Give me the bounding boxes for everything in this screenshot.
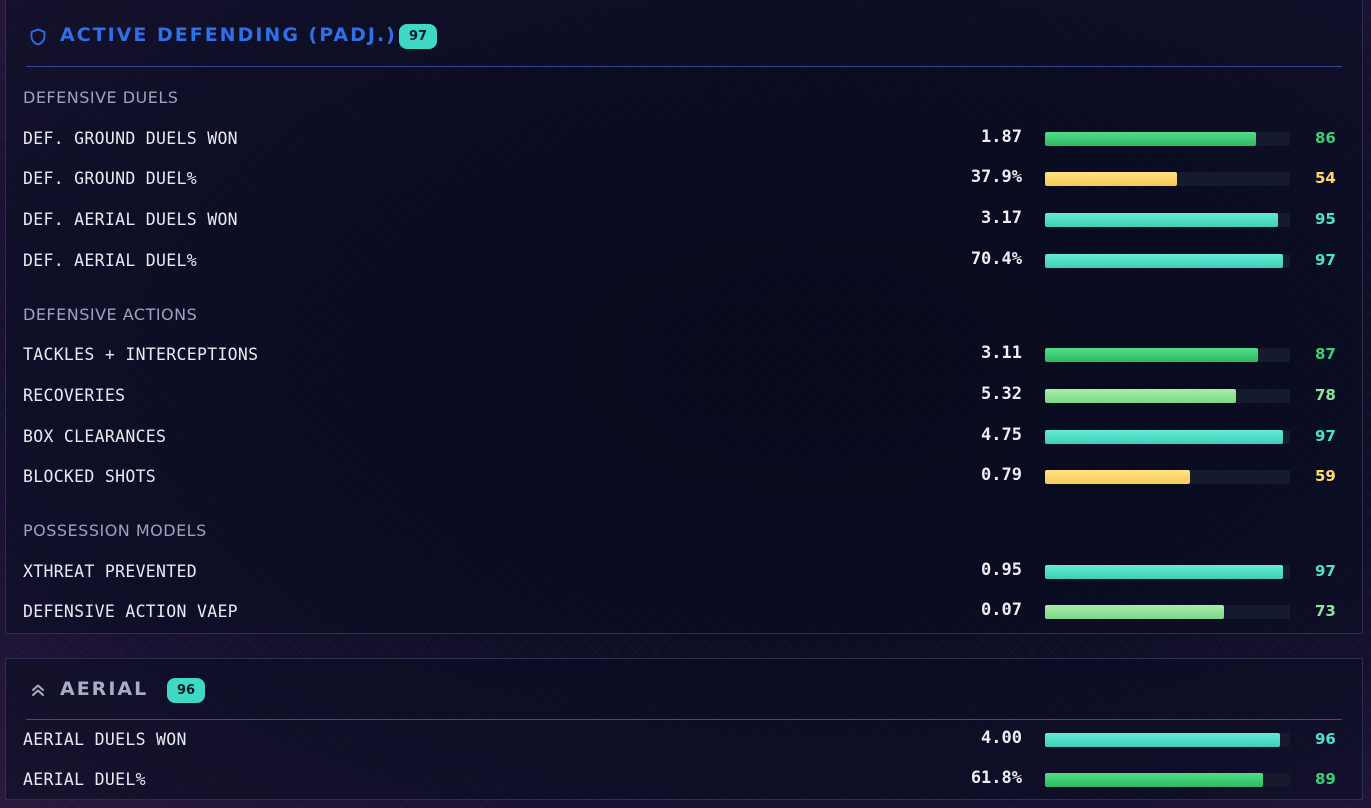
chevrons-up-icon <box>32 684 44 696</box>
metric-value: 4.75 <box>981 425 1022 445</box>
percentile-value: 97 <box>1315 427 1336 445</box>
percentile-bar-fill <box>1045 254 1283 268</box>
panel-title: ACTIVE DEFENDING (PADJ.) <box>60 24 397 46</box>
percentile-bar-fill <box>1045 565 1283 579</box>
aerial-panel: AERIAL 96 AERIAL DUELS WON 4.00 96 AERIA… <box>5 658 1363 800</box>
percentile-value: 97 <box>1315 251 1336 269</box>
panel-header[interactable]: AERIAL 96 <box>26 659 1342 720</box>
percentile-value: 97 <box>1315 562 1336 580</box>
score-badge: 96 <box>167 678 206 703</box>
metric-value: 3.17 <box>981 208 1022 228</box>
metric-value: 70.4% <box>970 249 1022 269</box>
metric-label: XTHREAT PREVENTED <box>23 562 197 581</box>
metric-label: AERIAL DUEL% <box>23 770 146 789</box>
metric-row: BLOCKED SHOTS 0.79 59 <box>6 463 1364 493</box>
percentile-bar-fill <box>1045 132 1256 146</box>
metric-value: 0.95 <box>981 560 1022 580</box>
percentile-value: 54 <box>1315 169 1336 187</box>
percentile-value: 96 <box>1315 730 1336 748</box>
metric-row: DEF. AERIAL DUEL% 70.4% 97 <box>6 247 1364 277</box>
percentile-bar <box>1045 213 1290 227</box>
percentile-bar <box>1045 773 1290 787</box>
percentile-value: 86 <box>1315 129 1336 147</box>
percentile-value: 59 <box>1315 467 1336 485</box>
metric-value: 37.9% <box>970 167 1022 187</box>
percentile-bar <box>1045 172 1290 186</box>
percentile-bar-fill <box>1045 389 1237 403</box>
metric-value: 5.32 <box>981 384 1022 404</box>
percentile-bar <box>1045 254 1290 268</box>
section-title: DEFENSIVE DUELS <box>23 88 179 107</box>
panel-title: AERIAL <box>60 678 149 700</box>
percentile-bar-fill <box>1045 605 1224 619</box>
metric-label: TACKLES + INTERCEPTIONS <box>23 345 259 364</box>
percentile-bar <box>1045 389 1290 403</box>
metric-label: DEF. AERIAL DUELS WON <box>23 210 238 229</box>
percentile-bar <box>1045 132 1290 146</box>
metric-value: 0.79 <box>981 465 1022 485</box>
percentile-bar-fill <box>1045 470 1190 484</box>
percentile-bar <box>1045 430 1290 444</box>
metric-row: BOX CLEARANCES 4.75 97 <box>6 423 1364 453</box>
metric-label: DEF. GROUND DUELS WON <box>23 129 238 148</box>
percentile-bar-fill <box>1045 733 1281 747</box>
percentile-value: 78 <box>1315 386 1336 404</box>
percentile-bar-fill <box>1045 430 1283 444</box>
metric-label: RECOVERIES <box>23 386 126 405</box>
percentile-bar <box>1045 565 1290 579</box>
metric-value: 3.11 <box>981 343 1022 363</box>
metric-value: 61.8% <box>970 768 1022 788</box>
metric-row: TACKLES + INTERCEPTIONS 3.11 87 <box>6 341 1364 371</box>
metric-row: DEF. GROUND DUEL% 37.9% 54 <box>6 165 1364 195</box>
active-defending-panel: ACTIVE DEFENDING (PADJ.) 97 DEFENSIVE DU… <box>5 0 1363 634</box>
metric-row: XTHREAT PREVENTED 0.95 97 <box>6 558 1364 588</box>
metric-row: DEFENSIVE ACTION VAEP 0.07 73 <box>6 598 1364 628</box>
percentile-bar-fill <box>1045 172 1178 186</box>
metric-row: DEF. GROUND DUELS WON 1.87 86 <box>6 125 1364 155</box>
metric-row: AERIAL DUEL% 61.8% 89 <box>6 766 1364 796</box>
metric-row: RECOVERIES 5.32 78 <box>6 382 1364 412</box>
percentile-value: 95 <box>1315 210 1336 228</box>
percentile-bar <box>1045 605 1290 619</box>
section-title: DEFENSIVE ACTIONS <box>23 305 198 324</box>
metric-label: BOX CLEARANCES <box>23 427 167 446</box>
panel-header[interactable]: ACTIVE DEFENDING (PADJ.) 97 <box>26 0 1342 67</box>
metric-label: DEF. AERIAL DUEL% <box>23 251 197 270</box>
metric-value: 0.07 <box>981 600 1022 620</box>
metric-value: 1.87 <box>981 127 1022 147</box>
percentile-value: 89 <box>1315 770 1336 788</box>
metric-value: 4.00 <box>981 728 1022 748</box>
section-title: POSSESSION MODELS <box>23 521 207 540</box>
score-badge: 97 <box>399 24 438 49</box>
percentile-bar-fill <box>1045 773 1264 787</box>
percentile-bar-fill <box>1045 348 1259 362</box>
percentile-bar-fill <box>1045 213 1278 227</box>
percentile-value: 87 <box>1315 345 1336 363</box>
metric-row: DEF. AERIAL DUELS WON 3.17 95 <box>6 206 1364 236</box>
shield-icon <box>30 28 46 46</box>
metric-label: AERIAL DUELS WON <box>23 730 187 749</box>
percentile-bar <box>1045 348 1290 362</box>
metric-row: AERIAL DUELS WON 4.00 96 <box>6 726 1364 756</box>
percentile-bar <box>1045 470 1290 484</box>
metric-label: BLOCKED SHOTS <box>23 467 157 486</box>
metric-label: DEFENSIVE ACTION VAEP <box>23 602 238 621</box>
metric-label: DEF. GROUND DUEL% <box>23 169 197 188</box>
percentile-bar <box>1045 733 1290 747</box>
percentile-value: 73 <box>1315 602 1336 620</box>
